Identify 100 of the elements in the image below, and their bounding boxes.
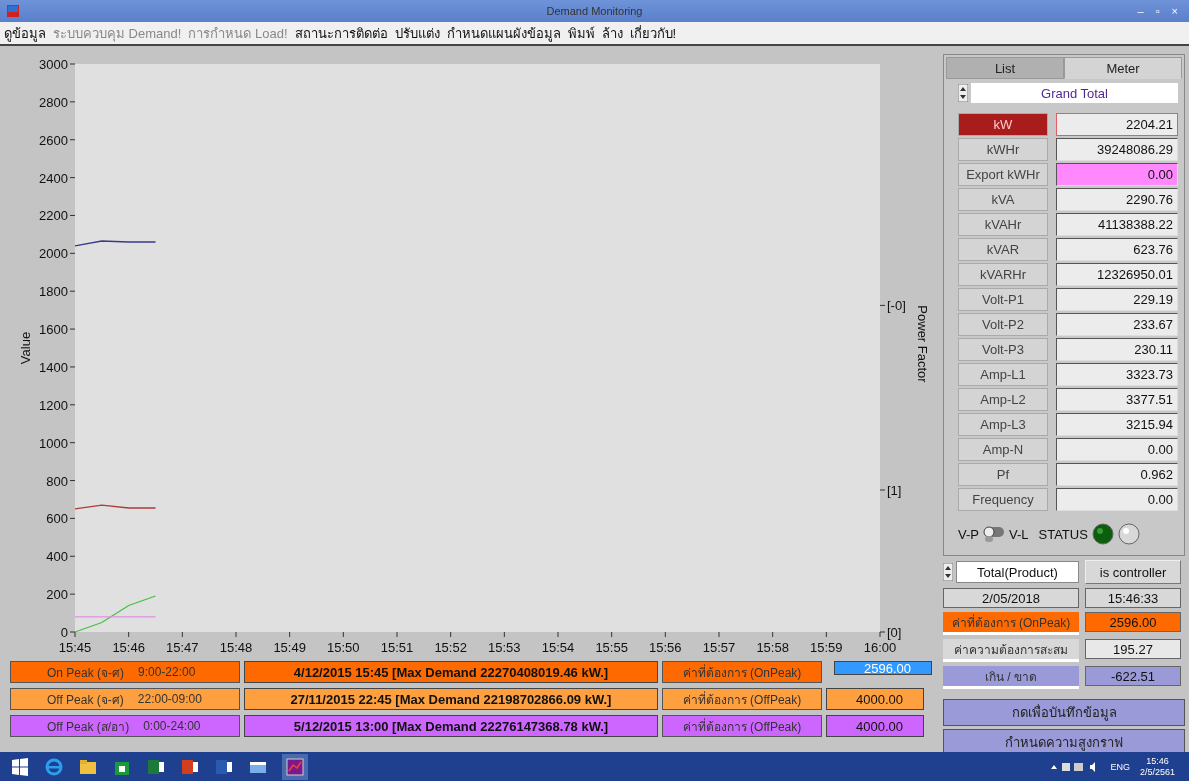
- y-tick-label: 400: [46, 549, 68, 565]
- y-tick: 1000: [39, 435, 76, 451]
- target-field[interactable]: 4000.00: [826, 715, 924, 737]
- reading-value: 233.67: [1056, 313, 1178, 336]
- y-tick: 2200: [39, 208, 76, 224]
- reading-button[interactable]: kVA: [958, 188, 1048, 211]
- max-demand-record: 4/12/2015 15:45 [Max Demand 22270408019.46 kW.]: [244, 661, 658, 683]
- product-select[interactable]: Total(Product): [956, 561, 1079, 583]
- x-tick-label: 15:52: [434, 640, 467, 655]
- reading-button[interactable]: Amp-N: [958, 438, 1048, 461]
- reading-value: 229.19: [1056, 288, 1178, 311]
- x-tick: 15:50: [327, 631, 360, 655]
- target-field[interactable]: 4000.00: [826, 688, 924, 710]
- x-tick-label: 15:48: [219, 640, 253, 655]
- reading-button[interactable]: kVARHr: [958, 263, 1048, 286]
- menu-item[interactable]: เกี่ยวกับ!: [629, 22, 677, 44]
- y-tick: 200: [46, 587, 76, 603]
- x-tick-label: 15:58: [756, 640, 789, 655]
- menu-item[interactable]: สถานะการติดต่อ: [294, 22, 388, 44]
- action-button[interactable]: กดเพื่อบันทึกข้อมูล: [943, 699, 1185, 726]
- reading-button[interactable]: Volt-P2: [958, 313, 1048, 336]
- tab[interactable]: List: [946, 57, 1064, 79]
- menu-item[interactable]: ล้าง: [601, 22, 623, 44]
- chart-app-icon[interactable]: [282, 753, 308, 780]
- reading-button[interactable]: Export kWHr: [958, 163, 1048, 186]
- x-tick: 15:56: [649, 631, 682, 655]
- peak-hours: 22:00-09:00: [137, 692, 202, 706]
- right-axis-tick: [1]: [879, 483, 902, 498]
- y-tick-label: 600: [46, 511, 68, 527]
- tab[interactable]: Meter: [1064, 57, 1182, 79]
- target-label: ค่าที่ต้องการ (OffPeak): [662, 715, 822, 737]
- y-tick: 3000: [39, 57, 76, 72]
- reading-value: 2290.76: [1056, 188, 1178, 211]
- menu-item[interactable]: ปรับแต่ง: [394, 22, 440, 44]
- y-tick-label: 3000: [39, 57, 68, 72]
- language-indicator[interactable]: ENG: [1110, 761, 1130, 772]
- peak-name: On Peak (จ-ศ): [47, 664, 124, 682]
- reading-button[interactable]: Volt-P1: [958, 288, 1048, 311]
- reading-button[interactable]: Amp-L3: [958, 413, 1048, 436]
- x-tick: 15:51: [380, 631, 414, 655]
- spinner-icon[interactable]: [958, 84, 968, 102]
- x-tick: 15:58: [756, 631, 789, 655]
- reading-value: 3215.94: [1056, 413, 1178, 436]
- browser-icon[interactable]: [44, 756, 64, 777]
- x-tick-label: 15:55: [595, 640, 628, 655]
- demand-label: เกิน / ขาด: [943, 666, 1079, 689]
- reading-value: 3323.73: [1056, 363, 1178, 386]
- reading-button[interactable]: Amp-L1: [958, 363, 1048, 386]
- x-tick-label: 15:45: [58, 640, 92, 655]
- reading-button[interactable]: kVAR: [958, 238, 1048, 261]
- controller-role: is controller: [1085, 560, 1181, 584]
- reading-value: 623.76: [1056, 238, 1178, 261]
- reading-value: 3377.51: [1056, 388, 1178, 411]
- reading-button[interactable]: kW: [958, 113, 1048, 136]
- x-tick-label: 15:59: [810, 640, 843, 655]
- menu-item[interactable]: พิมพ์: [567, 22, 595, 44]
- menu-item[interactable]: กำหนดแผนผังข้อมูล: [446, 22, 561, 44]
- reading-button[interactable]: Volt-P3: [958, 338, 1048, 361]
- reading-button[interactable]: Frequency: [958, 488, 1048, 511]
- y-tick: 2400: [39, 170, 76, 186]
- toggle-switch[interactable]: [982, 524, 1005, 544]
- demand-value: 2596.00: [1085, 612, 1181, 632]
- y-tick: 2000: [39, 246, 76, 262]
- window-control-button[interactable]: –: [1132, 5, 1149, 17]
- y-tick: 1200: [39, 397, 76, 413]
- menu-item[interactable]: ดูข้อมูล: [4, 22, 46, 44]
- reading-value: 39248086.29: [1056, 138, 1178, 161]
- reading-value: 0.00: [1056, 163, 1178, 186]
- y-tick-label: 1800: [39, 284, 68, 300]
- demand-label: ค่าความต้องการสะสม: [943, 639, 1079, 662]
- app-icon: [6, 4, 20, 18]
- y-tick-label: 1400: [39, 359, 68, 375]
- reading-button[interactable]: Amp-L2: [958, 388, 1048, 411]
- switch-label: V-L: [1008, 526, 1029, 542]
- windows-start-icon[interactable]: [10, 756, 30, 777]
- status-label: STATUS: [1038, 526, 1088, 542]
- y-tick-label: 2200: [39, 208, 68, 224]
- y-tick: 600: [46, 511, 76, 527]
- reading-button[interactable]: kWHr: [958, 138, 1048, 161]
- peak-name: Off Peak (ส/อา): [47, 718, 130, 736]
- meter-select[interactable]: Grand Total: [971, 83, 1178, 103]
- reading-button[interactable]: Pf: [958, 463, 1048, 486]
- x-tick: 15:57: [702, 631, 736, 655]
- y-tick-label: 1000: [39, 435, 68, 451]
- target-label: ค่าที่ต้องการ (OffPeak): [662, 688, 822, 710]
- spinner-icon[interactable]: [943, 563, 953, 581]
- reading-button[interactable]: kVAHr: [958, 213, 1048, 236]
- y-tick: 2800: [39, 94, 76, 110]
- x-tick-label: 15:54: [541, 640, 575, 655]
- y-tick-label: 2400: [39, 170, 68, 186]
- y-tick: 400: [46, 549, 76, 565]
- x-tick-label: 15:50: [327, 640, 360, 655]
- y-tick-label: 1200: [39, 397, 68, 413]
- demand-label: ค่าที่ต้องการ (OnPeak): [943, 612, 1079, 635]
- reading-value: 0.962: [1056, 463, 1178, 486]
- x-tick: 15:47: [166, 631, 199, 655]
- reading-value: 41138388.22: [1056, 213, 1178, 236]
- window-control-button[interactable]: ▫: [1150, 5, 1165, 17]
- x-tick-label: 16:00: [863, 640, 897, 655]
- reading-value: 12326950.01: [1056, 263, 1178, 286]
